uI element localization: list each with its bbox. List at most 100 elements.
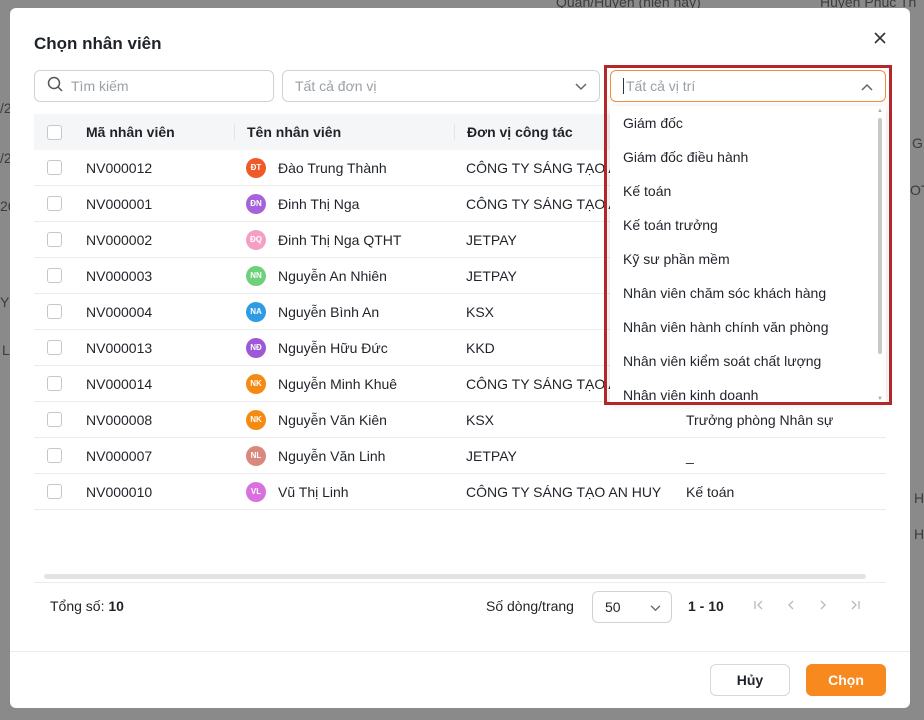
dropdown-option[interactable]: Kế toán: [610, 174, 886, 208]
row-checkbox[interactable]: [46, 232, 62, 247]
employee-name: Nguyễn Bình An: [278, 303, 380, 320]
bg-cell-text: Y: [0, 294, 10, 310]
row-checkbox[interactable]: [46, 376, 62, 391]
employee-code: NV000001: [86, 195, 153, 212]
avatar: NA: [246, 301, 266, 322]
row-checkbox[interactable]: [46, 448, 62, 463]
dropdown-option[interactable]: Giám đốc điều hành: [610, 140, 886, 174]
employee-code: NV000014: [86, 375, 153, 392]
select-button[interactable]: Chọn: [806, 664, 886, 696]
search-icon: [47, 76, 63, 97]
scroll-down-icon[interactable]: ▼: [877, 396, 883, 402]
employee-name-cell: NL Nguyễn Văn Linh: [234, 445, 454, 466]
first-page-icon[interactable]: [750, 595, 768, 615]
page-range: 1 - 10: [688, 598, 724, 614]
row-checkbox[interactable]: [46, 484, 62, 499]
text-cursor: [623, 78, 624, 94]
table-row[interactable]: NV000010 VL Vũ Thị Linh CÔNG TY SÁNG TẠO AN…: [34, 474, 886, 510]
employee-position: Kế toán: [686, 483, 735, 500]
dropdown-option[interactable]: Nhân viên kiểm soát chất lượng: [610, 344, 886, 378]
total-value: 10: [108, 598, 124, 614]
rows-per-page-label: Số dòng/trang: [486, 598, 574, 614]
scroll-up-icon[interactable]: ▲: [877, 108, 883, 114]
employee-code: NV000010: [86, 483, 153, 500]
bg-cell-text: OTH: [910, 182, 924, 198]
last-page-icon[interactable]: [846, 595, 864, 615]
dropdown-option[interactable]: Giám đốc: [610, 106, 886, 140]
position-select[interactable]: Tất cả vị trí: [610, 70, 886, 102]
avatar: VL: [246, 481, 266, 502]
cancel-button[interactable]: Hủy: [710, 664, 790, 696]
rows-per-page-select[interactable]: 50: [592, 591, 672, 623]
row-checkbox[interactable]: [46, 412, 62, 427]
avatar: NĐ: [246, 337, 266, 358]
modal-title: Chọn nhân viên: [34, 34, 162, 53]
chevron-up-icon: [861, 78, 873, 94]
employee-code: NV000004: [86, 303, 153, 320]
select-employee-modal: Chọn nhân viên Tất cả đơn vị Tất cả vị t…: [10, 8, 910, 708]
header-name: Tên nhân viên: [234, 124, 454, 140]
employee-name-cell: NA Nguyễn Bình An: [234, 301, 454, 322]
employee-name-cell: ĐQ Đinh Thị Nga QTHT: [234, 229, 454, 250]
employee-name-cell: ĐN Đinh Thị Nga: [234, 193, 454, 214]
row-checkbox[interactable]: [46, 196, 62, 211]
search-input[interactable]: [71, 78, 251, 94]
chevron-down-icon: [650, 599, 661, 615]
employee-name: Nguyễn Văn Kiên: [278, 411, 387, 428]
rows-per-page-value: 50: [605, 599, 621, 615]
dropdown-option[interactable]: Kế toán trưởng: [610, 208, 886, 242]
dropdown-option[interactable]: Nhân viên chăm sóc khách hàng: [610, 276, 886, 310]
employee-position: _: [686, 447, 694, 464]
employee-name: Đinh Thị Nga QTHT: [278, 231, 402, 248]
dropdown-option[interactable]: Nhân viên kinh doanh: [610, 378, 886, 402]
employee-unit: KSX: [466, 411, 495, 428]
employee-name: Đào Trung Thành: [278, 159, 387, 176]
employee-position: Trưởng phòng Nhân sự: [686, 411, 834, 428]
chevron-down-icon: [575, 78, 587, 94]
employee-name: Nguyễn Minh Khuê: [278, 375, 398, 392]
dropdown-scrollbar[interactable]: [878, 118, 882, 354]
divider: [34, 582, 886, 583]
avatar: ĐQ: [246, 229, 266, 250]
search-field[interactable]: [34, 70, 274, 102]
position-select-placeholder: Tất cả vị trí: [626, 78, 696, 94]
employee-name: Vũ Thị Linh: [278, 483, 349, 500]
avatar: NK: [246, 409, 266, 430]
horizontal-scrollbar[interactable]: [44, 574, 866, 579]
employee-unit: JETPAY: [466, 447, 517, 464]
row-checkbox[interactable]: [46, 304, 62, 319]
employee-unit: CÔNG TY SÁNG TẠO AN HUY: [466, 483, 662, 500]
employee-name-cell: VL Vũ Thị Linh: [234, 481, 454, 502]
employee-name-cell: ĐT Đào Trung Thành: [234, 157, 454, 178]
close-icon[interactable]: [870, 28, 890, 48]
dropdown-option[interactable]: Nhân viên hành chính văn phòng: [610, 310, 886, 344]
table-row[interactable]: NV000008 NK Nguyễn Văn Kiên KSX Trưởng phòng…: [34, 402, 886, 438]
prev-page-icon[interactable]: [782, 595, 800, 615]
employee-code: NV000008: [86, 411, 153, 428]
header-code: Mã nhân viên: [86, 124, 175, 140]
avatar: NL: [246, 445, 266, 466]
employee-code: NV000003: [86, 267, 153, 284]
employee-name: Nguyễn Văn Linh: [278, 447, 386, 464]
avatar: NK: [246, 373, 266, 394]
position-dropdown: Giám đốc Giám đốc điều hành Kế toán Kế toán…: [610, 106, 886, 402]
avatar: ĐT: [246, 157, 266, 178]
pagination: [750, 595, 864, 615]
bg-cell-text: G: [912, 135, 923, 151]
bg-cell-text: H: [914, 490, 924, 506]
employee-name-cell: NK Nguyễn Minh Khuê: [234, 373, 454, 394]
next-page-icon[interactable]: [814, 595, 832, 615]
employee-code: NV000013: [86, 339, 153, 356]
select-all-checkbox[interactable]: [46, 124, 62, 140]
employee-code: NV000012: [86, 159, 153, 176]
employee-name: Nguyễn Hữu Đức: [278, 339, 388, 356]
unit-select[interactable]: Tất cả đơn vị: [282, 70, 600, 102]
dropdown-option[interactable]: Kỹ sư phần mềm: [610, 242, 886, 276]
row-checkbox[interactable]: [46, 268, 62, 283]
bg-cell-text: L: [2, 342, 10, 358]
row-checkbox[interactable]: [46, 160, 62, 175]
table-row[interactable]: NV000007 NL Nguyễn Văn Linh JETPAY _: [34, 438, 886, 474]
total-count: Tổng số: 10: [50, 598, 124, 614]
row-checkbox[interactable]: [46, 340, 62, 355]
employee-code: NV000002: [86, 231, 153, 248]
